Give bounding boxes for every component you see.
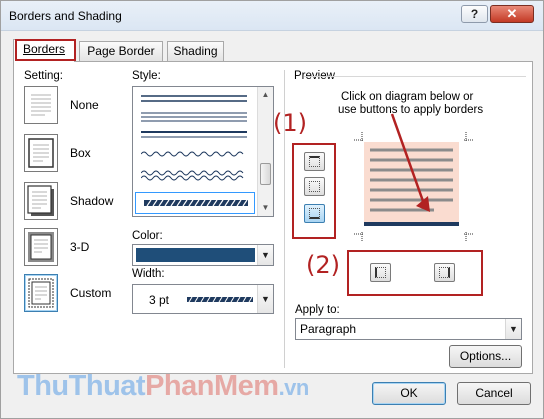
border-right-icon xyxy=(439,267,450,278)
cancel-button[interactable]: Cancel xyxy=(457,382,531,405)
style-thick-thin-line[interactable] xyxy=(141,111,247,123)
style-label: Style: xyxy=(132,70,161,82)
tab-page-border[interactable]: Page Border xyxy=(79,41,163,61)
annotation-arrow xyxy=(390,113,430,212)
color-label: Color: xyxy=(132,230,163,242)
watermark-part2: PhanMem xyxy=(145,370,279,402)
style-listbox[interactable]: ▲ ▼ xyxy=(132,86,274,217)
border-middle-button[interactable] xyxy=(304,177,325,196)
watermark-part3: .vn xyxy=(278,375,310,400)
style-wavy-line[interactable] xyxy=(141,149,247,159)
width-label: Width: xyxy=(132,268,165,280)
setting-shadow[interactable]: Shadow xyxy=(24,182,124,220)
watermark: ThuThuatPhanMem.vn xyxy=(17,370,309,403)
window-title: Borders and Shading xyxy=(9,9,122,23)
width-value: 3 pt xyxy=(149,293,170,307)
preview-instructions-1: Click on diagram below or xyxy=(341,91,474,103)
setting-label: Setting: xyxy=(24,70,63,82)
setting-box-icon xyxy=(24,134,58,172)
border-left-icon xyxy=(375,267,386,278)
setting-custom-icon xyxy=(24,274,58,312)
watermark-part1: ThuThuat xyxy=(17,370,146,402)
setting-none-label: None xyxy=(70,98,99,112)
preview-rule xyxy=(304,76,526,77)
ok-button[interactable]: OK xyxy=(372,382,446,405)
width-line-sample xyxy=(187,297,253,302)
setting-box-label: Box xyxy=(70,146,91,160)
tab-highlight-box xyxy=(15,39,76,61)
apply-to-label: Apply to: xyxy=(295,304,340,316)
style-scrollbar[interactable]: ▲ ▼ xyxy=(257,87,273,216)
border-middle-icon xyxy=(309,181,320,192)
scroll-down-icon[interactable]: ▼ xyxy=(258,200,273,216)
border-bottom-icon xyxy=(309,208,320,219)
tab-shading[interactable]: Shading xyxy=(167,41,224,61)
options-button[interactable]: Options... xyxy=(449,345,522,368)
apply-to-dropdown[interactable]: Paragraph ▼ xyxy=(295,318,522,340)
scroll-thumb[interactable] xyxy=(260,163,271,185)
chevron-down-icon[interactable]: ▼ xyxy=(257,245,273,265)
border-top-button[interactable] xyxy=(304,152,325,171)
setting-box[interactable]: Box xyxy=(24,134,124,172)
chevron-down-icon[interactable]: ▼ xyxy=(505,319,521,339)
width-dropdown[interactable]: 3 pt ▼ xyxy=(132,284,274,314)
setting-custom-label: Custom xyxy=(70,286,112,300)
style-thick-thin-small-line[interactable] xyxy=(141,129,247,139)
border-right-button[interactable] xyxy=(434,263,455,282)
style-double-wavy-line[interactable] xyxy=(141,169,247,181)
setting-custom[interactable]: Custom xyxy=(24,274,124,312)
setting-none-icon xyxy=(24,86,58,124)
border-bottom-button[interactable] xyxy=(304,204,325,223)
style-selected-item[interactable] xyxy=(135,192,255,214)
title-bar: Borders and Shading ? ✕ xyxy=(1,1,543,31)
help-button[interactable]: ? xyxy=(461,5,488,23)
border-top-icon xyxy=(309,156,320,167)
close-button[interactable]: ✕ xyxy=(490,5,534,23)
annotation-marker-1: (1) xyxy=(273,109,307,137)
setting-3d[interactable]: 3-D xyxy=(24,228,124,266)
style-double-line[interactable] xyxy=(141,93,247,103)
annotation-box-2 xyxy=(347,250,483,296)
chevron-down-icon[interactable]: ▼ xyxy=(257,285,273,313)
setting-shadow-label: Shadow xyxy=(70,194,114,208)
setting-none[interactable]: None xyxy=(24,86,124,124)
border-left-button[interactable] xyxy=(370,263,391,282)
scroll-up-icon[interactable]: ▲ xyxy=(258,87,273,103)
setting-shadow-icon xyxy=(24,182,58,220)
setting-3d-label: 3-D xyxy=(70,240,90,254)
setting-3d-icon xyxy=(24,228,58,266)
borders-and-shading-dialog: Borders and Shading ? ✕ Borders Page Bor… xyxy=(0,0,544,419)
color-swatch xyxy=(136,248,255,262)
color-dropdown[interactable]: ▼ xyxy=(132,244,274,266)
borders-panel: Setting: None Box Shadow 3-D Custom Styl… xyxy=(13,61,533,374)
annotation-marker-2: (2) xyxy=(306,251,340,279)
apply-to-value: Paragraph xyxy=(300,322,357,336)
